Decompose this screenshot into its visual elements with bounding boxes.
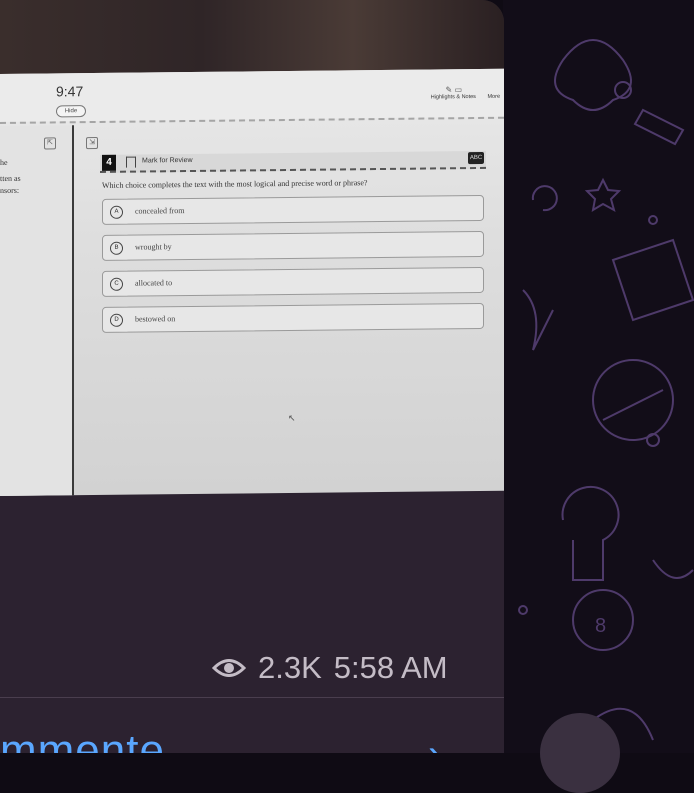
passage-fragment: he	[0, 157, 8, 167]
abc-eliminate-icon[interactable]: ABC	[468, 151, 484, 165]
test-tools: ✎ ▭ Highlights & Notes More	[431, 85, 500, 100]
mark-for-review[interactable]: Mark for Review	[142, 157, 193, 165]
question-header: 4 Mark for Review ABC	[100, 150, 486, 173]
choice-letter: A	[110, 205, 123, 219]
answer-choice-d[interactable]: D bestowed on	[102, 302, 484, 333]
passage-pane: he tten as nsors: ⇱	[0, 125, 72, 497]
message-meta: 2.3K 5:58 AM	[212, 650, 448, 686]
chat-wallpaper: 8	[503, 0, 694, 753]
svg-text:8: 8	[595, 615, 606, 637]
test-timer: 9:47	[56, 83, 84, 100]
choice-letter: C	[110, 277, 123, 291]
chevron-right-icon[interactable]: ›	[428, 732, 441, 753]
comments-divider	[0, 697, 504, 698]
annotate-icon: ✎ ▭	[445, 85, 462, 95]
message-bubble: 9:47 Hide ✎ ▭ Highlights & Notes More he…	[0, 0, 504, 753]
bookmark-icon[interactable]	[126, 156, 136, 168]
highlights-notes-label[interactable]: Highlights & Notes	[431, 94, 476, 100]
choice-text: allocated to	[135, 278, 173, 288]
comments-link[interactable]: mmente	[0, 726, 165, 753]
mouse-cursor-icon: ↖	[288, 412, 296, 423]
photo-background	[0, 0, 504, 78]
answer-choice-a[interactable]: A concealed from	[102, 194, 484, 225]
scroll-down-button[interactable]	[540, 713, 620, 793]
passage-fragment: tten as	[0, 173, 21, 183]
choice-text: wrought by	[135, 242, 172, 252]
choice-text: concealed from	[135, 206, 185, 216]
question-number: 4	[102, 154, 116, 171]
message-timestamp: 5:58 AM	[333, 650, 448, 685]
test-topbar: 9:47 Hide ✎ ▭ Highlights & Notes More	[0, 68, 504, 122]
choice-text: bestowed on	[135, 314, 176, 324]
answer-choice-c[interactable]: C allocated to	[102, 266, 484, 297]
view-count: 2.3K	[258, 650, 322, 685]
question-prompt: Which choice completes the text with the…	[102, 178, 368, 190]
choice-letter: D	[110, 313, 123, 327]
pane-divider[interactable]	[72, 125, 74, 496]
expand-icon[interactable]: ⇱	[44, 137, 56, 150]
passage-fragment: nsors:	[0, 185, 20, 195]
eye-icon	[212, 659, 246, 677]
more-label[interactable]: More	[487, 94, 500, 100]
hide-timer-button[interactable]: Hide	[56, 105, 86, 118]
photo-test-screen[interactable]: 9:47 Hide ✎ ▭ Highlights & Notes More he…	[0, 68, 504, 497]
choice-letter: B	[110, 241, 123, 255]
answer-choice-b[interactable]: B wrought by	[102, 230, 484, 261]
expand-icon[interactable]: ⇲	[86, 136, 98, 150]
